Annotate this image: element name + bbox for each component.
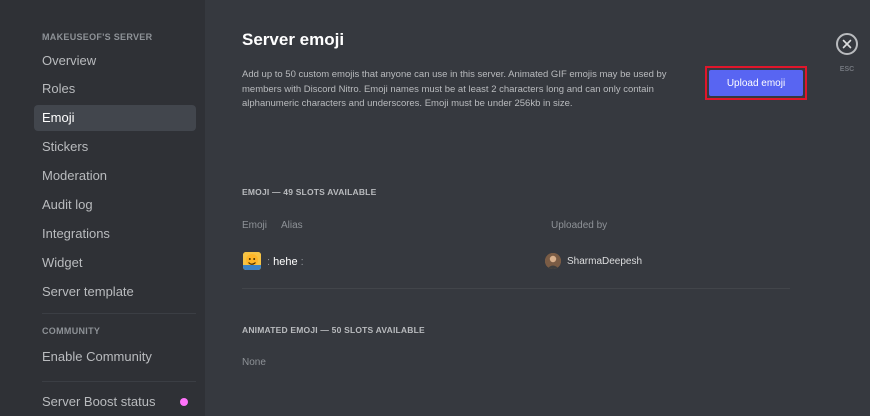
community-header: COMMUNITY bbox=[42, 326, 101, 336]
upload-emoji-button[interactable]: Upload emoji bbox=[709, 70, 803, 96]
close-icon bbox=[842, 39, 852, 49]
emoji-image-icon bbox=[243, 252, 261, 270]
sidebar-divider bbox=[42, 381, 196, 382]
emoji-section-title: EMOJI — 49 SLOTS AVAILABLE bbox=[242, 187, 377, 197]
uploader-avatar bbox=[545, 253, 561, 269]
column-header-emoji: Emoji bbox=[242, 220, 268, 231]
settings-sidebar: MAKEUSEOF'S SERVER Overview Roles Emoji … bbox=[0, 0, 205, 416]
sidebar-item-emoji[interactable]: Emoji bbox=[34, 105, 196, 131]
emoji-settings-panel: Server emoji Add up to 50 custom emojis … bbox=[205, 0, 870, 416]
sidebar-item-enable-community[interactable]: Enable Community bbox=[34, 344, 196, 370]
page-title: Server emoji bbox=[242, 30, 345, 49]
sidebar-item-audit-log[interactable]: Audit log bbox=[34, 192, 196, 218]
sidebar-item-server-boost-status[interactable]: Server Boost status bbox=[34, 389, 196, 415]
emoji-alias[interactable]: : hehe : bbox=[267, 256, 304, 268]
boost-gem-icon bbox=[180, 398, 188, 406]
sidebar-divider bbox=[42, 313, 196, 314]
animated-emoji-section-title: ANIMATED EMOJI — 50 SLOTS AVAILABLE bbox=[242, 325, 425, 335]
close-button[interactable] bbox=[836, 33, 858, 55]
section-divider bbox=[242, 288, 790, 289]
animated-emoji-empty: None bbox=[242, 357, 266, 368]
emoji-alias-name: hehe bbox=[273, 256, 298, 268]
sidebar-item-label: Server Boost status bbox=[42, 394, 156, 409]
upload-button-highlight: Upload emoji bbox=[705, 66, 807, 100]
sidebar-item-server-template[interactable]: Server template bbox=[34, 279, 196, 305]
esc-label: ESC bbox=[839, 66, 855, 73]
sidebar-item-overview[interactable]: Overview bbox=[34, 48, 196, 74]
page-description: Add up to 50 custom emojis that anyone c… bbox=[242, 69, 667, 109]
server-name-header: MAKEUSEOF'S SERVER bbox=[42, 32, 153, 42]
uploader-name: SharmaDeepesh bbox=[567, 256, 643, 267]
sidebar-item-moderation[interactable]: Moderation bbox=[34, 163, 196, 189]
sidebar-item-stickers[interactable]: Stickers bbox=[34, 134, 196, 160]
column-header-alias: Alias bbox=[281, 220, 303, 231]
sidebar-item-roles[interactable]: Roles bbox=[34, 76, 196, 102]
sidebar-item-integrations[interactable]: Integrations bbox=[34, 221, 196, 247]
column-header-uploaded-by: Uploaded by bbox=[551, 220, 608, 231]
sidebar-item-widget[interactable]: Widget bbox=[34, 250, 196, 276]
